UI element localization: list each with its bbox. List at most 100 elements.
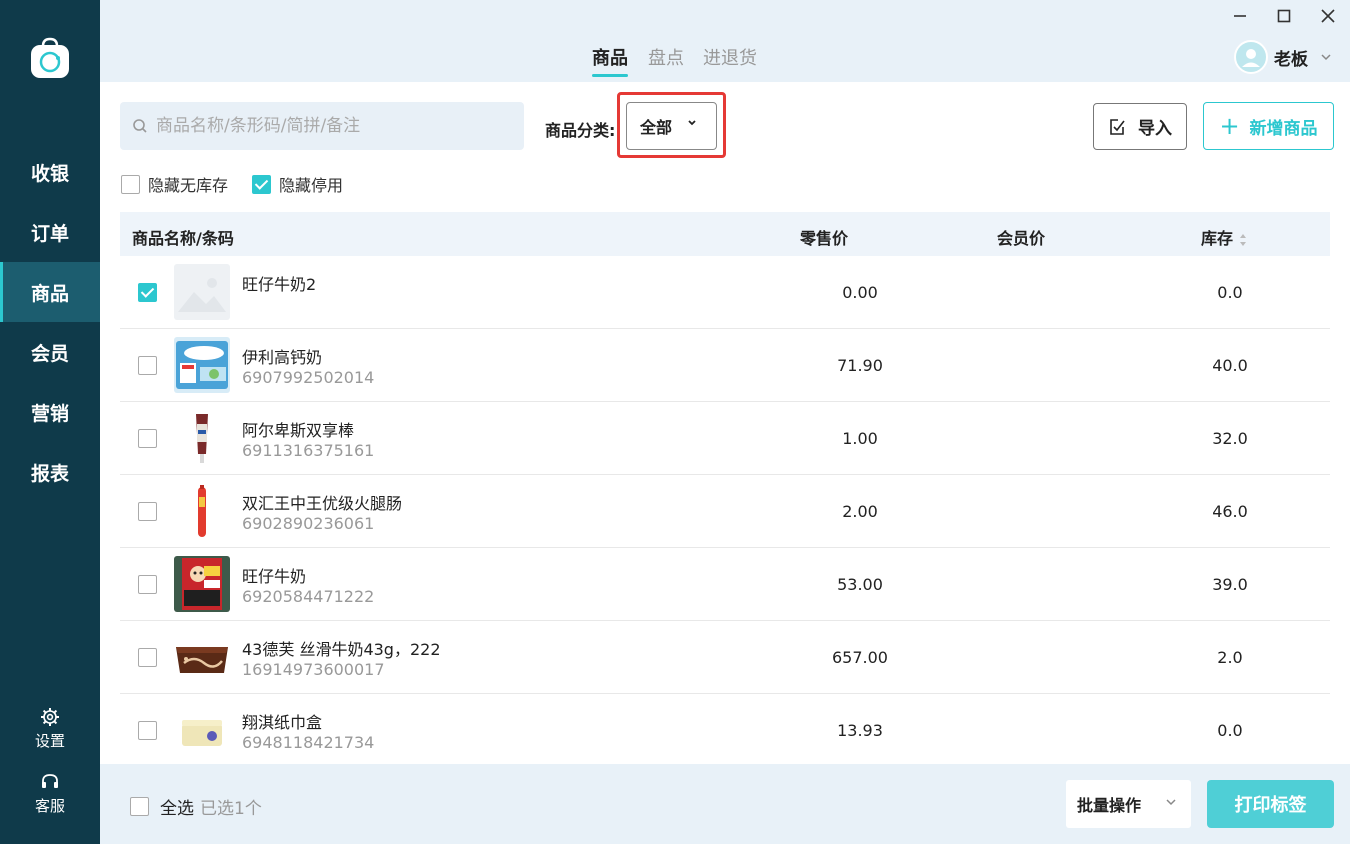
retail-price: 13.93 bbox=[837, 721, 883, 740]
row-checkbox[interactable] bbox=[138, 721, 157, 740]
candy-stick-image bbox=[174, 410, 230, 466]
hide-no-stock-label: 隐藏无库存 bbox=[148, 176, 229, 195]
add-product-label: 新增商品 bbox=[1249, 118, 1318, 139]
product-name: 旺仔牛奶2 bbox=[242, 275, 317, 294]
product-name: 阿尔卑斯双享棒 bbox=[242, 421, 355, 440]
sidebar-item-cashier[interactable]: 收银 bbox=[0, 142, 100, 202]
sidebar-settings[interactable]: 设置 bbox=[0, 707, 100, 751]
table-row[interactable]: 双汇王中王优级火腿肠 6902890236061 2.00 46.0 bbox=[120, 475, 1330, 548]
table-row[interactable]: 伊利高钙奶 6907992502014 71.90 40.0 bbox=[120, 329, 1330, 402]
stock-value: 32.0 bbox=[1212, 429, 1248, 448]
tab-products[interactable]: 商品 bbox=[592, 44, 628, 77]
maximize-button[interactable] bbox=[1272, 4, 1296, 28]
product-name: 旺仔牛奶 bbox=[242, 567, 307, 586]
tab-stocktake[interactable]: 盘点 bbox=[648, 44, 684, 70]
user-name: 老板 bbox=[1274, 49, 1308, 70]
table-row[interactable]: 翔淇纸巾盒 6948118421734 13.93 0.0 bbox=[120, 694, 1330, 764]
product-barcode: 6911316375161 bbox=[242, 441, 375, 460]
milk-can-image bbox=[174, 556, 230, 612]
product-name: 43德芙 丝滑牛奶43g，222 bbox=[242, 640, 441, 659]
hide-disabled-label: 隐藏停用 bbox=[279, 176, 344, 195]
row-checkbox[interactable] bbox=[138, 648, 157, 667]
sidebar-item-members[interactable]: 会员 bbox=[0, 322, 100, 382]
sidebar-item-reports[interactable]: 报表 bbox=[0, 442, 100, 502]
row-checkbox[interactable] bbox=[138, 429, 157, 448]
milk-box-image bbox=[174, 337, 230, 393]
product-name: 双汇王中王优级火腿肠 bbox=[242, 494, 403, 513]
filter-hide-disabled[interactable]: 隐藏停用 bbox=[252, 172, 343, 196]
retail-price: 2.00 bbox=[842, 502, 878, 521]
select-all[interactable]: 全选 已选1个 bbox=[130, 794, 262, 819]
user-menu[interactable]: 老板 bbox=[1234, 40, 1332, 74]
minimize-button[interactable] bbox=[1228, 4, 1252, 28]
stock-value: 0.0 bbox=[1217, 283, 1243, 302]
chevron-down-icon bbox=[688, 120, 696, 126]
minimize-icon bbox=[1234, 15, 1246, 17]
settings-label: 设置 bbox=[34, 732, 65, 750]
select-all-checkbox[interactable] bbox=[130, 797, 149, 816]
stock-value: 0.0 bbox=[1217, 721, 1243, 740]
batch-operation-label: 批量操作 bbox=[1077, 796, 1142, 815]
row-checkbox[interactable] bbox=[138, 502, 157, 521]
import-label: 导入 bbox=[1138, 119, 1172, 139]
product-barcode: 6920584471222 bbox=[242, 587, 375, 606]
header: 商品 盘点 进退货 老板 bbox=[100, 0, 1350, 82]
stock-value: 39.0 bbox=[1212, 575, 1248, 594]
sidebar-support[interactable]: 客服 bbox=[0, 772, 100, 816]
search-icon bbox=[133, 119, 147, 133]
sort-icon[interactable] bbox=[1239, 233, 1247, 247]
footer-bar: 全选 已选1个 批量操作 打印标签 bbox=[100, 764, 1350, 844]
shopping-bag-logo bbox=[28, 36, 72, 80]
batch-operation-select[interactable]: 批量操作 bbox=[1066, 780, 1191, 828]
row-checkbox[interactable] bbox=[138, 356, 157, 375]
retail-price: 71.90 bbox=[837, 356, 883, 375]
retail-price: 657.00 bbox=[832, 648, 888, 667]
import-button[interactable]: 导入 bbox=[1093, 103, 1187, 150]
product-name: 伊利高钙奶 bbox=[242, 348, 323, 367]
user-icon bbox=[1242, 49, 1260, 67]
gear-icon bbox=[41, 708, 59, 726]
avatar bbox=[1234, 40, 1268, 74]
row-checkbox[interactable] bbox=[138, 575, 157, 594]
chevron-down-icon bbox=[1166, 799, 1176, 806]
sidebar-item-products[interactable]: 商品 bbox=[0, 262, 100, 322]
stock-value: 2.0 bbox=[1217, 648, 1243, 667]
close-button[interactable] bbox=[1316, 4, 1340, 28]
product-barcode: 6948118421734 bbox=[242, 733, 375, 752]
category-select[interactable]: 全部 bbox=[626, 102, 717, 150]
sidebar-item-marketing[interactable]: 营销 bbox=[0, 382, 100, 442]
search-box bbox=[120, 102, 524, 150]
retail-price: 1.00 bbox=[842, 429, 878, 448]
close-icon bbox=[1321, 9, 1335, 23]
plus-icon: + bbox=[1219, 112, 1240, 140]
category-label: 商品分类: bbox=[545, 121, 616, 140]
table-row[interactable]: 旺仔牛奶2 0.00 0.0 bbox=[120, 256, 1330, 329]
add-product-button[interactable]: + 新增商品 bbox=[1203, 102, 1334, 150]
sidebar-item-orders[interactable]: 订单 bbox=[0, 202, 100, 262]
tab-purchase-return[interactable]: 进退货 bbox=[703, 44, 757, 70]
tissue-box-image bbox=[174, 702, 230, 758]
selected-count: 已选1个 bbox=[200, 799, 262, 819]
table-row[interactable]: 43德芙 丝滑牛奶43g，222 16914973600017 657.00 2… bbox=[120, 621, 1330, 694]
headset-icon bbox=[42, 774, 58, 788]
table-row[interactable]: 阿尔卑斯双享棒 6911316375161 1.00 32.0 bbox=[120, 402, 1330, 475]
column-name: 商品名称/条码 bbox=[132, 229, 234, 248]
table-row[interactable]: 旺仔牛奶 6920584471222 53.00 39.0 bbox=[120, 548, 1330, 621]
product-name: 翔淇纸巾盒 bbox=[242, 713, 323, 732]
hide-disabled-checkbox[interactable] bbox=[252, 174, 271, 194]
product-barcode: 6907992502014 bbox=[242, 368, 375, 387]
column-retail-price: 零售价 bbox=[800, 229, 849, 248]
column-stock-label: 库存 bbox=[1201, 229, 1234, 248]
table-header: 商品名称/条码 零售价 会员价 库存 bbox=[120, 212, 1330, 256]
product-barcode: 16914973600017 bbox=[242, 660, 385, 679]
filter-hide-no-stock[interactable]: 隐藏无库存 bbox=[121, 172, 228, 196]
hide-no-stock-checkbox[interactable] bbox=[121, 174, 140, 194]
support-label: 客服 bbox=[34, 797, 65, 815]
search-input[interactable] bbox=[156, 116, 496, 136]
print-label-button[interactable]: 打印标签 bbox=[1207, 780, 1334, 828]
column-member-price: 会员价 bbox=[997, 229, 1046, 248]
stock-value: 40.0 bbox=[1212, 356, 1248, 375]
row-checkbox[interactable] bbox=[138, 283, 157, 302]
product-barcode: 6902890236061 bbox=[242, 514, 375, 533]
column-stock[interactable]: 库存 bbox=[1201, 225, 1247, 249]
